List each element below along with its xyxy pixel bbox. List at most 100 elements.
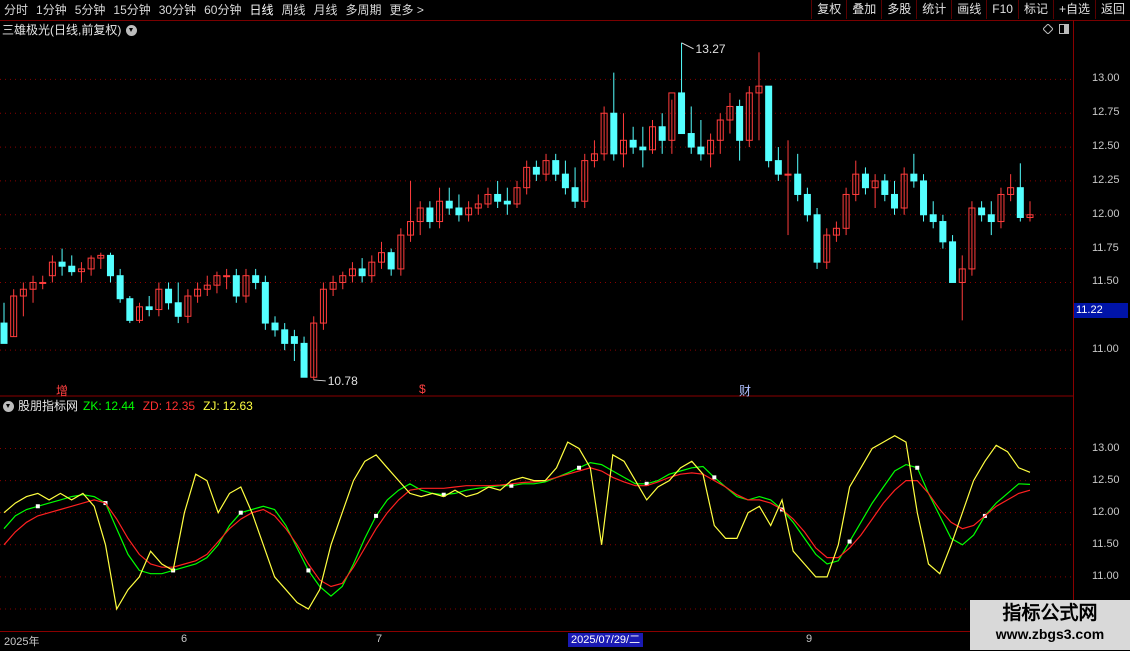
candle-body — [978, 207, 986, 216]
candle-body — [261, 281, 269, 324]
candle-body — [658, 126, 666, 141]
event-marker-increase[interactable]: 增 — [56, 382, 68, 399]
low-pointer — [313, 379, 326, 382]
toolbar-button[interactable]: 复权 — [811, 0, 846, 19]
candle-body — [929, 214, 937, 223]
candle-body — [68, 265, 76, 273]
toolbar-button[interactable]: +自选 — [1052, 0, 1095, 19]
candle-body — [281, 329, 289, 344]
price-tick-label: 12.00 — [1092, 207, 1120, 220]
candle-body — [503, 200, 511, 205]
candle-body — [987, 214, 995, 223]
toolbar-button[interactable]: 返回 — [1094, 0, 1130, 19]
price-tick-label: 12.75 — [1092, 106, 1120, 119]
toolbar-button[interactable]: 多股 — [881, 0, 916, 19]
date-axis: 2025年 6 7 2025/07/29/二 9 — [0, 631, 1130, 651]
price-tick-label: 11.75 — [1092, 241, 1119, 254]
indicator-tick-label: 12.00 — [1092, 505, 1120, 518]
candle-body — [813, 214, 821, 263]
price-tick-label: 13.00 — [1092, 72, 1120, 85]
candle-body — [106, 254, 114, 277]
period-tab[interactable]: 多周期 — [342, 0, 386, 20]
period-tab[interactable]: 日线 — [245, 0, 277, 20]
candle-body — [126, 298, 134, 321]
candle-body — [165, 288, 173, 304]
candle-body — [252, 275, 260, 283]
candle-body — [455, 207, 463, 216]
period-tab[interactable]: 更多 > — [386, 0, 428, 20]
candle-body — [861, 173, 869, 189]
period-tab[interactable]: 15分钟 — [109, 0, 154, 20]
indicator-tick-label: 11.00 — [1092, 569, 1119, 582]
period-tab[interactable]: 周线 — [277, 0, 309, 20]
chart-area[interactable]: 13.27 10.78 — [0, 20, 1073, 631]
zj-label: ZJ: — [203, 399, 220, 413]
candle-body — [881, 180, 889, 195]
candle-body — [765, 85, 773, 162]
period-tab[interactable]: 60分钟 — [200, 0, 245, 20]
zj-value: 12.63 — [222, 399, 253, 413]
candle-body — [174, 302, 182, 317]
high-pointer — [681, 42, 694, 50]
candle-body — [687, 133, 695, 148]
zk-label: ZK: — [83, 399, 102, 413]
indicator-line-zj — [3, 435, 1031, 611]
indicator-title: 股朋指标网 ZK: 12.44 ZD: 12.35 ZJ: 12.63 — [2, 398, 253, 414]
candle-body — [774, 160, 782, 175]
date-label-jul: 7 — [376, 633, 383, 645]
zk-value: 12.44 — [104, 399, 135, 413]
indicator-name: 股朋指标网 — [18, 399, 79, 413]
period-tab[interactable]: 分时 — [0, 0, 32, 20]
candle-body — [116, 275, 124, 300]
candle-body — [571, 187, 579, 202]
candle-body — [271, 322, 279, 331]
candle-body — [300, 342, 308, 378]
candle-body — [803, 193, 811, 216]
candle-body — [794, 173, 802, 195]
indicator-tick-label: 11.50 — [1092, 537, 1119, 550]
candle-body — [0, 322, 8, 344]
candle-body — [426, 207, 434, 223]
candle-body — [610, 112, 618, 155]
low-price-label: 10.78 — [328, 374, 358, 388]
price-tick-label: 12.50 — [1092, 140, 1120, 153]
indicator-point — [374, 513, 379, 518]
watermark-title: 指标公式网 — [1002, 603, 1098, 624]
toolbar-button[interactable]: 叠加 — [846, 0, 881, 19]
candle-body — [39, 281, 47, 284]
period-tab[interactable]: 1分钟 — [32, 0, 71, 20]
candle-body — [494, 193, 502, 202]
candle-body — [561, 173, 569, 189]
candle-body — [58, 261, 66, 267]
candle-body — [358, 268, 366, 277]
indicator-point — [577, 465, 582, 470]
event-marker-dollar[interactable]: $ — [419, 382, 426, 396]
toolbar-button[interactable]: F10 — [986, 0, 1018, 19]
period-toolbar: 分时 1分钟 5分钟 15分钟 30分钟 60分钟 日线 周线 月线 多周期 更多 > 复权 叠加 多股… — [0, 0, 1130, 21]
price-tick-label: 11.00 — [1092, 343, 1119, 356]
candle-body — [232, 275, 240, 297]
indicator-point — [847, 539, 852, 544]
toolbar-button[interactable]: 统计 — [916, 0, 951, 19]
candle-body — [910, 173, 918, 182]
toolbar-button[interactable]: 标记 — [1017, 0, 1053, 19]
price-tick-label: 12.25 — [1092, 173, 1120, 186]
candle-body — [697, 146, 705, 155]
period-tab[interactable]: 5分钟 — [71, 0, 110, 20]
candle-body — [890, 193, 898, 209]
toolbar-button[interactable]: 画线 — [951, 0, 986, 19]
indicator-point — [238, 510, 243, 515]
candle-body — [939, 221, 947, 243]
period-tab[interactable]: 月线 — [310, 0, 342, 20]
indicator-point — [915, 465, 920, 470]
date-label-sep: 9 — [806, 633, 813, 645]
period-tab[interactable]: 30分钟 — [155, 0, 200, 20]
candle-body — [145, 306, 153, 311]
chevron-down-icon[interactable] — [3, 400, 14, 412]
indicator-line-zd — [3, 467, 1031, 588]
candle-body — [949, 241, 957, 283]
candle-body — [552, 160, 560, 175]
period-tabs: 分时 1分钟 5分钟 15分钟 30分钟 60分钟 日线 周线 月线 多周期 更多 > — [0, 0, 428, 20]
indicator-point — [35, 504, 40, 509]
event-marker-finance[interactable]: 财 — [739, 382, 751, 399]
